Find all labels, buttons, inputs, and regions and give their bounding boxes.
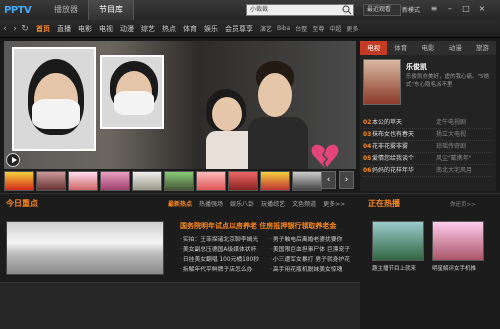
nav-small-1[interactable]: 演艺 [260,24,272,33]
today-highlights: 今日重点 最新热点 热播强场 娱乐八卦 玩播综艺 文色频道 更多>> 正在热播 … [0,193,500,329]
now-playing-thumb-1[interactable] [372,221,424,261]
list-item[interactable]: 日挂美女翻唱 100元橘180秒 [180,255,272,265]
news-list-left: 实拍：王菲探诸北京聊李嫣光 美女副总压德国A级媒体状杯 日挂美女翻唱 100元橘… [180,235,272,275]
nav-small-2[interactable]: Biba [277,25,290,32]
list-item[interactable]: 高手用花瓶机脱妹美女惊魂 [270,265,362,275]
list-item[interactable]: 03 抹布女也有春天 扬立大电视 [363,129,493,141]
nav-more[interactable]: 更多 [346,24,358,33]
content-strip [0,282,360,329]
nav-small-5[interactable]: 中超 [329,24,341,33]
list-item[interactable]: 男子触电后离婚老婆扰要你 [270,235,362,245]
list-item[interactable]: 04 花非花雾非雾 琼瑶传奇剧 [363,141,493,153]
minimize-icon[interactable]: – [444,3,456,15]
nav-small-4[interactable]: 至尊 [312,24,324,33]
nav-tv[interactable]: 电视 [99,24,113,34]
thumbnail[interactable] [132,171,162,191]
nav-home[interactable]: 首页 [36,24,50,34]
ranking-list: 02 本公的苹天 走牛电视剧 03 抹布女也有春天 扬立大电视 04 花非花雾非… [363,117,493,177]
forward-icon[interactable]: › [10,20,20,38]
nav-variety[interactable]: 综艺 [141,24,155,34]
title-bar: PPTV 播放器 节目库 小裁裁 最近观看 新模式 ≡ – □ × [0,0,500,20]
rank-tab-anime[interactable]: 动漫 [442,41,469,55]
banner-thumbnails [4,171,356,191]
tab-channel[interactable]: 文色频道 [292,199,316,208]
list-item[interactable]: 小三遭军女暴打 男子就身护花 [270,255,362,265]
tab-more[interactable]: 更多>> [323,199,345,208]
list-item[interactable]: 05 爱情您给我谈个 风尘"戴携年" [363,153,493,165]
now-playing-title: 正在热播 [368,199,400,208]
banner-scene [200,61,310,169]
rank-tab-tv[interactable]: 电视 [360,41,388,55]
now-playing-more-link[interactable]: 你还页>> [450,200,476,208]
thumbnail[interactable] [164,171,194,191]
search-input[interactable]: 小裁裁 [246,4,354,16]
ranking-panel: 电视 体育 电影 动漫 旅游 乐俊凯 乐俊凯亦美好，虚的我心痛。"5她式"东心隐… [360,41,496,191]
ranking-featured-title[interactable]: 乐俊凯 [406,62,427,72]
menu-icon[interactable]: ≡ [428,3,440,15]
tab-latest[interactable]: 最新热点 [168,199,192,208]
list-item[interactable]: 拆解年代平鲜牌子店怎么办 [180,265,272,275]
now-playing-caption-2[interactable]: 明星解评女手机推 [432,264,490,272]
thumbnail-next-button[interactable]: › [339,171,354,189]
news-list-right: 男子触电后离婚老婆扰要你 美国限巨血担事尸体 巨漂宠子 小三遭军女暴打 男子就身… [270,235,362,275]
list-item[interactable]: 06 妈妈的花样年华 南北大宅风月 [363,165,493,177]
tab-player[interactable]: 播放器 [44,0,88,20]
rank-tab-movies[interactable]: 电影 [414,41,441,55]
play-icon[interactable] [6,153,20,167]
list-item[interactable]: 美女副总压德国A级媒体状杯 [180,245,272,255]
news-image[interactable] [6,221,164,275]
thumbnail[interactable] [292,171,322,191]
now-playing-thumb-2[interactable] [432,221,484,261]
broken-heart-icon [311,144,339,168]
thumbnail[interactable] [68,171,98,191]
category-nav: ‹ › ↻ 首页 直播 电影 电视 动漫 综艺 热点 体育 娱乐 会员尊享 演艺… [0,20,500,38]
thumbnail[interactable] [100,171,130,191]
pptv-logo: PPTV [4,4,32,16]
list-item[interactable]: 02 本公的苹天 走牛电视剧 [363,117,493,129]
thumbnail[interactable] [36,171,66,191]
list-item[interactable]: 美国限巨血担事尸体 巨漂宠子 [270,245,362,255]
tab-gossip[interactable]: 娱乐八卦 [230,199,254,208]
banner-photo-1 [12,47,96,151]
close-icon[interactable]: × [476,3,488,15]
section-title: 今日重点 [6,199,38,208]
back-icon[interactable]: ‹ [0,20,10,38]
thumbnail[interactable] [4,171,34,191]
thumbnail[interactable] [260,171,290,191]
ranking-featured-poster[interactable] [363,59,401,105]
ranking-tabs: 电视 体育 电影 动漫 旅游 [360,41,496,55]
nav-vip[interactable]: 会员尊享 [225,24,253,34]
nav-hot[interactable]: 热点 [162,24,176,34]
nav-anime[interactable]: 动漫 [120,24,134,34]
rank-tab-sports[interactable]: 体育 [387,41,414,55]
thumbnail[interactable] [228,171,258,191]
tab-variety[interactable]: 玩播综艺 [261,199,285,208]
banner-photo-2 [100,55,164,129]
highlight-tabs: 最新热点 热播强场 娱乐八卦 玩播综艺 文色频道 更多>> [168,199,352,208]
maximize-icon[interactable]: □ [460,3,472,15]
nav-movies[interactable]: 电影 [78,24,92,34]
featured-banner[interactable] [4,41,356,169]
now-playing-caption-1[interactable]: 趣主播节目上就来 [372,264,430,272]
nav-sports[interactable]: 体育 [183,24,197,34]
recent-watch-dropdown[interactable]: 最近观看 [363,4,401,16]
thumbnail-prev-button[interactable]: ‹ [321,171,336,189]
list-item[interactable]: 实拍：王菲探诸北京聊李嫣光 [180,235,272,245]
nav-live[interactable]: 直播 [57,24,71,34]
nav-small-3[interactable]: 台整 [295,24,307,33]
rank-tab-travel[interactable]: 旅游 [469,41,496,55]
thumbnail[interactable] [196,171,226,191]
news-headline[interactable]: 国务院明年试点以房养老 住房抵押银行领取养老金 [180,221,336,231]
refresh-icon[interactable]: ↻ [20,20,30,38]
tab-popular[interactable]: 热播强场 [199,199,223,208]
nav-entertainment[interactable]: 娱乐 [204,24,218,34]
search-icon[interactable] [341,5,353,15]
tab-library[interactable]: 节目库 [88,0,134,20]
new-mode-button[interactable]: 新模式 [402,5,420,14]
ranking-featured-desc: 乐俊凯亦美好，虚的我心痛。"5她式"东心隐毛派不里 [406,74,490,88]
